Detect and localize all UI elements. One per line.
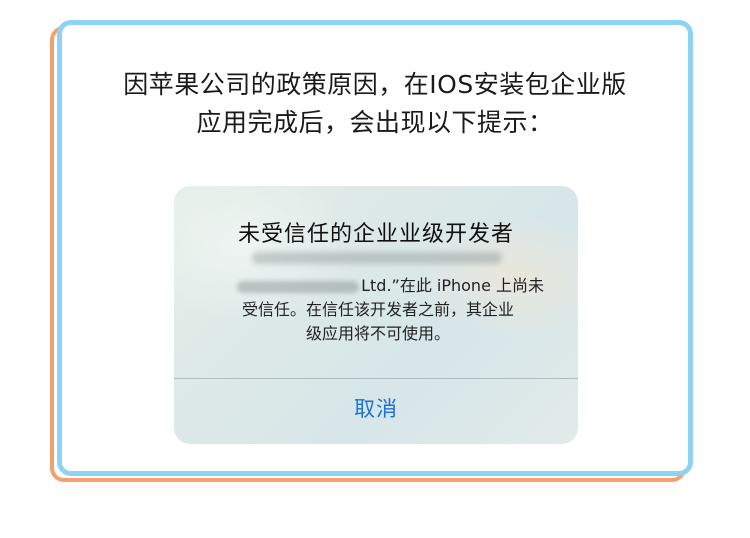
alert-message-line-1-text: Ltd.”在此 iPhone 上尚未: [361, 276, 544, 295]
cancel-button[interactable]: 取消: [174, 379, 578, 444]
redacted-company-name-blur: [237, 280, 360, 293]
redacted-developer-name-blur: [252, 252, 502, 264]
instruction-text: 因苹果公司的政策原因，在IOS安装包企业版 应用完成后，会出现以下提示：: [0, 66, 750, 142]
alert-title: 未受信任的企业业级开发者: [237, 222, 514, 247]
alert-message: Ltd.”在此 iPhone 上尚未 受信任。在信任该开发者之前，其企业 级应用…: [208, 274, 548, 346]
alert-message-line-1: Ltd.”在此 iPhone 上尚未: [208, 274, 548, 298]
instruction-line-1: 因苹果公司的政策原因，在IOS安装包企业版: [123, 70, 627, 99]
screenshot-stage: 因苹果公司的政策原因，在IOS安装包企业版 应用完成后，会出现以下提示： 未受信…: [0, 0, 750, 538]
alert-message-line-2: 受信任。在信任该开发者之前，其企业: [241, 300, 514, 319]
untrusted-developer-alert: 未受信任的企业业级开发者 Ltd.”在此 iPhone 上尚未 受信任。在信任该…: [174, 186, 578, 444]
alert-message-line-3: 级应用将不可使用。: [305, 324, 450, 343]
instruction-line-2: 应用完成后，会出现以下提示：: [196, 108, 554, 137]
